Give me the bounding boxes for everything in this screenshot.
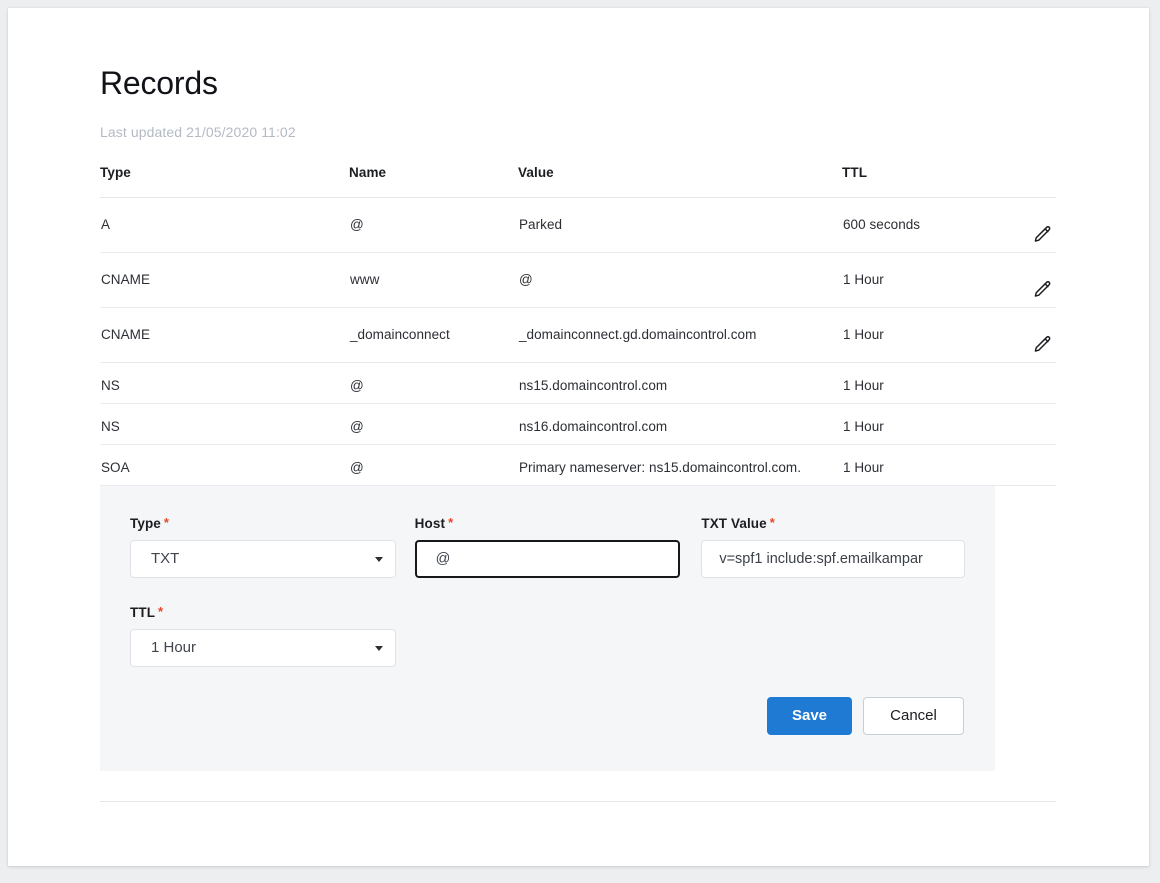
cell-name: @ — [349, 444, 518, 486]
table-row: CNAME _domainconnect _domainconnect.gd.dom… — [100, 307, 1056, 363]
label-type: Type * — [130, 515, 396, 531]
label-ttl: TTL * — [130, 604, 396, 620]
chevron-down-icon — [374, 557, 383, 562]
label-host-text: Host — [414, 516, 446, 531]
cell-ttl: 1 Hour — [842, 362, 1002, 404]
cell-actions — [1002, 362, 1056, 404]
cell-type: SOA — [100, 444, 349, 486]
label-txt-value: TXT Value * — [701, 515, 965, 531]
cell-value: ns16.domaincontrol.com — [518, 403, 842, 445]
label-type-text: Type — [130, 516, 161, 531]
txt-value-input[interactable]: v=spf1 include:spf.emailkampar — [701, 540, 966, 578]
field-ttl: TTL * 1 Hour — [130, 604, 396, 667]
cell-type: CNAME — [100, 252, 349, 308]
field-type: Type * TXT — [130, 515, 396, 578]
records-section: Records Last updated 21/05/2020 11:02 Ty… — [100, 50, 1056, 802]
cell-value: _domainconnect.gd.domaincontrol.com — [518, 307, 842, 363]
cell-name: @ — [349, 403, 518, 445]
table-row: A @ Parked 600 seconds — [100, 197, 1056, 253]
type-select-value: TXT — [151, 550, 180, 567]
column-header-type: Type — [100, 165, 349, 198]
cell-actions — [1002, 444, 1056, 486]
cell-ttl: 1 Hour — [842, 252, 1002, 308]
page-root: Records Last updated 21/05/2020 11:02 Ty… — [0, 0, 1160, 883]
dns-records-table: Type Name Value TTL A @ Parked 600 seconds C… — [100, 165, 1056, 486]
cell-actions — [1002, 252, 1056, 308]
column-header-name: Name — [349, 165, 518, 198]
table-row: SOA @ Primary nameserver: ns15.domaincontr… — [100, 444, 1056, 486]
ttl-select[interactable]: 1 Hour — [130, 629, 396, 667]
cell-type: CNAME — [100, 307, 349, 363]
column-header-ttl: TTL — [842, 165, 1002, 198]
cell-ttl: 1 Hour — [842, 403, 1002, 445]
form-row-primary: Type * TXT Host * @ TXT Value * v=spf1 i… — [130, 515, 966, 578]
table-row: CNAME www @1 Hour — [100, 252, 1056, 308]
cell-name: _domainconnect — [349, 307, 518, 363]
table-body: A @ Parked 600 seconds CNAME www @1 Hour CNAME _… — [100, 197, 1056, 486]
cell-ttl: 1 Hour — [842, 307, 1002, 363]
table-row: NS @ ns15.domaincontrol.com 1 Hour — [100, 362, 1056, 404]
cell-name: @ — [349, 197, 518, 253]
page-title: Records — [100, 65, 218, 101]
record-edit-form: Type * TXT Host * @ TXT Value * v=spf1 i… — [100, 486, 995, 771]
type-select[interactable]: TXT — [130, 540, 396, 578]
host-input-value: @ — [435, 551, 451, 567]
cell-type: A — [100, 197, 349, 253]
cell-value: Primary nameserver: ns15.domaincontrol.c… — [518, 444, 842, 486]
table-header-row: Type Name Value TTL — [100, 165, 1056, 198]
cell-actions — [1002, 403, 1056, 445]
table-header: Type Name Value TTL — [100, 165, 1056, 198]
cell-value: @ — [518, 252, 842, 308]
ttl-select-value: 1 Hour — [151, 639, 197, 656]
chevron-down-icon — [375, 646, 383, 651]
column-header-value: Value — [518, 165, 842, 198]
cell-name: @ — [349, 362, 518, 404]
cell-actions — [1002, 307, 1056, 363]
cell-actions — [1002, 197, 1056, 253]
pencil-icon[interactable] — [1031, 224, 1053, 246]
save-button[interactable]: Save — [767, 697, 852, 735]
label-txt-value-text: TXT Value — [701, 516, 767, 531]
pencil-icon[interactable] — [1031, 334, 1053, 356]
label-ttl-text: TTL — [130, 605, 156, 620]
content-card: Records Last updated 21/05/2020 11:02 Ty… — [8, 8, 1149, 866]
cell-ttl: 600 seconds — [842, 197, 1002, 253]
table-row: NS @ ns16.domaincontrol.com 1 Hour — [100, 403, 1056, 445]
bottom-divider — [100, 801, 1056, 802]
label-host: Host * — [415, 515, 681, 531]
cancel-button[interactable]: Cancel — [863, 697, 964, 735]
pencil-icon[interactable] — [1031, 279, 1053, 301]
last-updated-text: Last updated 21/05/2020 11:02 — [100, 124, 296, 140]
host-input[interactable]: @ — [414, 540, 681, 578]
field-txt-value: TXT Value * v=spf1 include:spf.emailkampa… — [701, 515, 966, 578]
field-host: Host * @ — [414, 515, 681, 578]
required-marker-type: * — [163, 515, 170, 530]
cell-name: www — [349, 252, 518, 308]
required-marker-txt-value: * — [769, 515, 775, 530]
form-actions: Save Cancel — [130, 697, 965, 735]
txt-value-input-value: v=spf1 include:spf.emailkampar — [719, 551, 923, 567]
cell-value: Parked — [518, 197, 842, 253]
cell-value: ns15.domaincontrol.com — [518, 362, 842, 404]
cell-type: NS — [100, 362, 349, 404]
cell-type: NS — [100, 403, 349, 445]
cell-ttl: 1 Hour — [842, 444, 1002, 486]
required-marker-host: * — [448, 515, 454, 530]
column-header-actions — [1002, 165, 1056, 198]
form-row-secondary: TTL * 1 Hour — [130, 578, 965, 667]
required-marker-ttl: * — [158, 604, 164, 619]
